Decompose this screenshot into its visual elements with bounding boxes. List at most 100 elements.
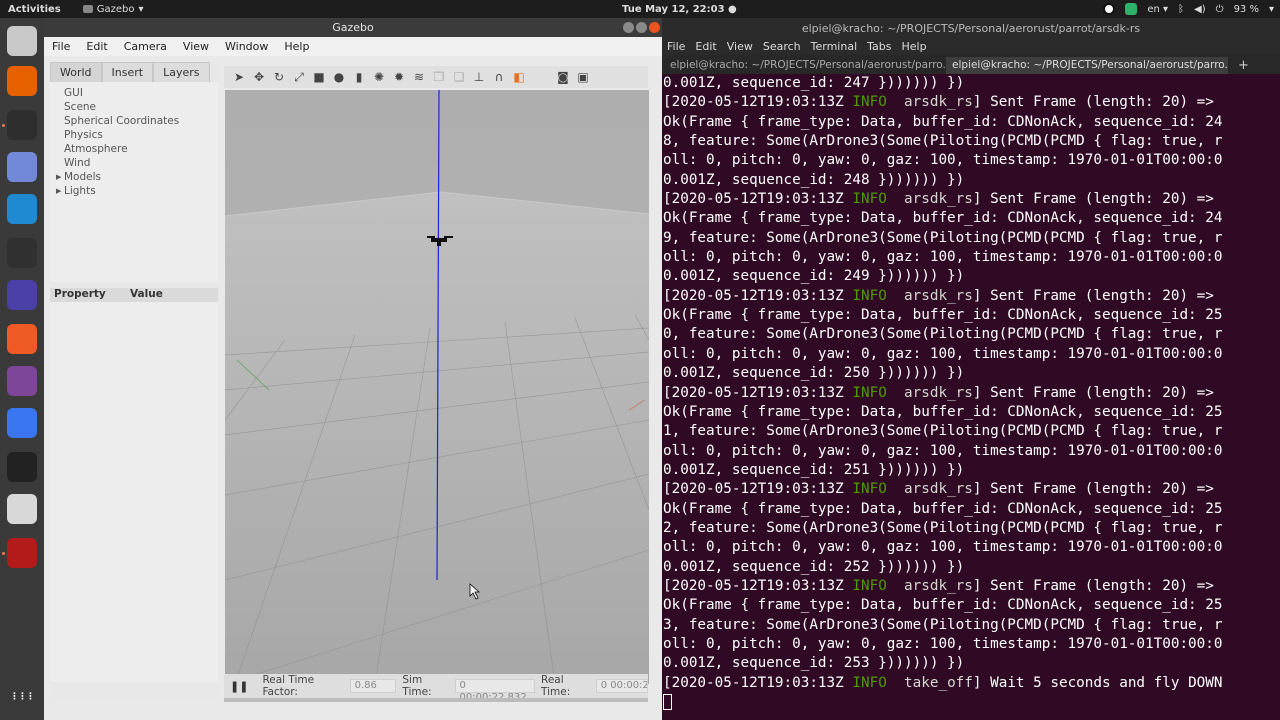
world-tree-item[interactable]: Physics: [64, 128, 218, 142]
terminal-output[interactable]: 0.001Z, sequence_id: 247 })))))) }) [2020…: [662, 74, 1280, 712]
terminal-line-plain: Ok(Frame { frame_type: Data, buffer_id: …: [663, 210, 1223, 227]
clock[interactable]: Tue May 12, 22:03 ●: [622, 4, 737, 15]
expand-arrow-icon[interactable]: ▶: [56, 170, 64, 184]
align-icon[interactable]: ⊥: [472, 70, 486, 84]
menu-view[interactable]: View: [722, 40, 758, 53]
sphere-shape-icon[interactable]: ●: [332, 70, 346, 84]
running-indicator: [2, 124, 5, 127]
terminal-tab-1[interactable]: elpiel@kracho: ~/PROJECTS/Personal/aeror…: [664, 57, 946, 74]
dev-tool-icon[interactable]: [7, 280, 37, 310]
close-button[interactable]: [649, 22, 660, 33]
tab-world[interactable]: World: [50, 62, 102, 82]
terminal-line-plain: 0.001Z, sequence_id: 249 })))))) }): [663, 268, 965, 285]
terminal-line: 0.001Z, sequence_id: 251 })))))) }): [663, 461, 1280, 480]
cylinder-shape-icon[interactable]: ▮: [352, 70, 366, 84]
pause-button[interactable]: ❚❚: [230, 680, 248, 693]
screenshot-icon[interactable]: ◙: [556, 70, 570, 84]
directional-light-icon[interactable]: ≋: [412, 70, 426, 84]
snap-icon[interactable]: ∩: [492, 70, 506, 84]
new-tab-icon[interactable]: +: [1238, 57, 1249, 74]
maximize-button[interactable]: [636, 22, 647, 33]
gazebo-titlebar[interactable]: Gazebo: [44, 18, 662, 37]
chevron-down-icon: ▾: [138, 3, 144, 15]
chevron-down-icon[interactable]: ▾: [1269, 4, 1274, 15]
menu-search[interactable]: Search: [758, 40, 806, 53]
app-menu[interactable]: Gazebo ▾: [82, 3, 144, 15]
system-monitor-icon[interactable]: [7, 238, 37, 268]
volume-icon[interactable]: ◀): [1194, 4, 1206, 15]
firefox-icon[interactable]: [7, 66, 37, 96]
scene-render: [225, 90, 649, 684]
menu-camera[interactable]: Camera: [116, 40, 175, 53]
translate-mode-icon[interactable]: ✥: [252, 70, 266, 84]
expand-arrow-icon[interactable]: ▶: [56, 184, 64, 198]
vlc-icon[interactable]: [7, 494, 37, 524]
power-icon[interactable]: ⏻: [1216, 4, 1224, 15]
menu-file[interactable]: File: [44, 40, 78, 53]
postman-icon[interactable]: [7, 324, 37, 354]
spot-light-icon[interactable]: ✹: [392, 70, 406, 84]
terminal-line-plain: oll: 0, pitch: 0, yaw: 0, gaz: 100, time…: [663, 635, 1223, 652]
files-icon[interactable]: [7, 26, 37, 56]
terminal-tab-2[interactable]: elpiel@kracho: ~/PROJECTS/Personal/aeror…: [946, 57, 1228, 74]
world-tree-item[interactable]: Spherical Coordinates: [64, 114, 218, 128]
terminal-line: 0.001Z, sequence_id: 249 })))))) }): [663, 267, 1280, 286]
show-apps-icon[interactable]: ⋮⋮⋮: [7, 682, 37, 712]
terminal-line-plain: 0.001Z, sequence_id: 250 })))))) }): [663, 365, 965, 382]
world-tree-item[interactable]: Atmosphere: [64, 142, 218, 156]
terminal-titlebar[interactable]: elpiel@kracho: ~/PROJECTS/Personal/aeror…: [662, 18, 1280, 38]
select-mode-icon[interactable]: ➤: [232, 70, 246, 84]
terminal-prompt-line[interactable]: [663, 693, 1280, 712]
menu-file[interactable]: File: [662, 40, 690, 53]
terminal-line-lvl: INFO: [852, 674, 887, 691]
terminal-line-plain: Ok(Frame { frame_type: Data, buffer_id: …: [663, 500, 1223, 517]
point-light-icon[interactable]: ✺: [372, 70, 386, 84]
menu-edit[interactable]: Edit: [690, 40, 721, 53]
menu-help[interactable]: Help: [276, 40, 317, 53]
terminal-line-post: ] Sent Frame (length: 20) =>: [972, 94, 1214, 111]
world-tree-item[interactable]: ▶ Models: [56, 170, 218, 184]
terminal-line-plain: 0.001Z, sequence_id: 253 })))))) }): [663, 655, 965, 672]
record-log-icon[interactable]: ▣: [576, 70, 590, 84]
scale-mode-icon[interactable]: ⤢: [292, 70, 306, 84]
3d-scene-viewport[interactable]: [225, 90, 649, 684]
menu-terminal[interactable]: Terminal: [806, 40, 863, 53]
view-angle-icon[interactable]: ◧: [512, 70, 526, 84]
world-tree-item[interactable]: Scene: [64, 100, 218, 114]
minimize-button[interactable]: [623, 22, 634, 33]
menu-view[interactable]: View: [175, 40, 217, 53]
horizontal-scrollbar[interactable]: [224, 698, 648, 702]
gazebo-icon[interactable]: [7, 538, 37, 568]
vscode-icon[interactable]: [7, 194, 37, 224]
tab-insert[interactable]: Insert: [101, 62, 154, 82]
language-indicator[interactable]: en ▾: [1147, 4, 1168, 15]
property-column-header: Property: [54, 288, 106, 300]
bluetooth-icon[interactable]: ᛒ: [1178, 4, 1184, 15]
obs-icon[interactable]: [7, 452, 37, 482]
copy-icon[interactable]: ❐: [432, 70, 446, 84]
world-tree-item[interactable]: GUI: [64, 86, 218, 100]
terminal-title: elpiel@kracho: ~/PROJECTS/Personal/aeror…: [801, 21, 1141, 35]
github-icon[interactable]: [1103, 3, 1116, 15]
battery-label[interactable]: 93 %: [1234, 4, 1259, 15]
terminal-line: [2020-05-12T19:03:13Z INFO arsdk_rs] Sen…: [663, 190, 1280, 209]
menu-window[interactable]: Window: [217, 40, 276, 53]
tor-icon[interactable]: [7, 366, 37, 396]
menu-help[interactable]: Help: [897, 40, 932, 53]
terminal-line-post: ] Sent Frame (length: 20) =>: [972, 577, 1214, 594]
discord-icon[interactable]: [7, 152, 37, 182]
paste-icon[interactable]: ❏: [452, 70, 466, 84]
tab-layers[interactable]: Layers: [153, 62, 210, 82]
rotate-mode-icon[interactable]: ↻: [272, 70, 286, 84]
world-tree-item[interactable]: Wind: [64, 156, 218, 170]
terminal-line-tag: arsdk_rs: [886, 287, 973, 304]
terminal-icon[interactable]: [7, 110, 37, 140]
shield-icon[interactable]: [1125, 3, 1138, 15]
menu-edit[interactable]: Edit: [78, 40, 115, 53]
terminal-line-plain: Ok(Frame { frame_type: Data, buffer_id: …: [663, 403, 1223, 420]
signal-icon[interactable]: [7, 408, 37, 438]
world-tree-item[interactable]: ▶ Lights: [56, 184, 218, 198]
menu-tabs[interactable]: Tabs: [862, 40, 896, 53]
box-shape-icon[interactable]: ■: [312, 70, 326, 84]
activities-button[interactable]: Activities: [8, 4, 61, 15]
